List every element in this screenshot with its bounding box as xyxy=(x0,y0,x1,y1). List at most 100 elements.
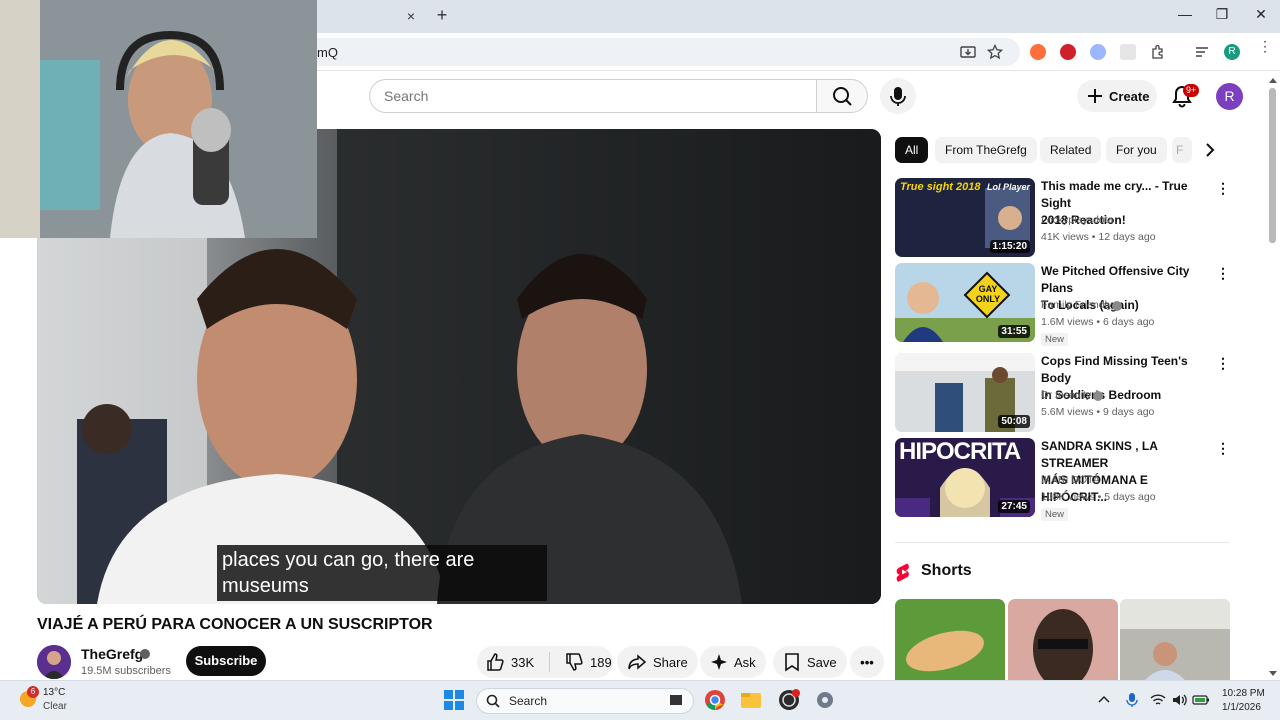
search-input[interactable] xyxy=(384,80,804,112)
extension-icon[interactable] xyxy=(1060,44,1076,60)
share-button[interactable]: Share xyxy=(617,646,698,678)
more-options-icon[interactable]: ⋮ xyxy=(1216,180,1230,196)
verified-check-icon xyxy=(1112,301,1122,311)
thumbs-down-icon xyxy=(566,653,583,671)
thumbnail-text: True sight 2018 xyxy=(900,181,981,193)
bookmark-icon xyxy=(785,653,799,672)
search-button[interactable] xyxy=(816,79,868,113)
new-tab-button[interactable]: + xyxy=(434,6,450,24)
streamer-webcam-overlay xyxy=(0,0,317,238)
create-label: Create xyxy=(1109,89,1150,104)
extension-icon[interactable] xyxy=(1120,44,1136,60)
recommendation-channel[interactable]: Dr Insanity xyxy=(1041,387,1091,404)
wifi-icon[interactable] xyxy=(1150,693,1166,707)
chip-related[interactable]: Related xyxy=(1040,137,1102,163)
chevron-up-icon[interactable] xyxy=(1098,694,1110,704)
bookmark-star-icon[interactable] xyxy=(987,44,1003,60)
video-duration: 50:08 xyxy=(998,415,1030,428)
video-caption: places you can go, there are museums xyxy=(217,545,547,601)
extension-icon[interactable] xyxy=(1090,44,1106,60)
shorts-section-title: Shorts xyxy=(921,562,972,579)
scroll-up-arrow-icon[interactable] xyxy=(1268,76,1278,84)
dislike-button[interactable]: 189 xyxy=(556,652,612,672)
recommendation-meta: 1.6M views • 6 days ago xyxy=(1041,316,1155,328)
share-arrow-icon xyxy=(628,654,647,670)
microphone-tray-icon[interactable] xyxy=(1126,692,1138,708)
task-view-icon[interactable] xyxy=(668,692,684,708)
battery-icon[interactable] xyxy=(1192,693,1210,707)
short-thumbnail[interactable] xyxy=(895,599,1005,680)
chevron-right-icon[interactable] xyxy=(1200,140,1220,160)
scroll-down-arrow-icon[interactable] xyxy=(1268,670,1278,678)
voice-search-button[interactable] xyxy=(880,78,916,114)
taskbar-search-box[interactable]: Search xyxy=(476,688,694,714)
channel-avatar[interactable] xyxy=(37,645,71,679)
reading-list-icon[interactable] xyxy=(1194,44,1210,60)
ask-label: Ask xyxy=(734,654,756,670)
save-label: Save xyxy=(807,654,837,670)
browser-profile-avatar[interactable]: R xyxy=(1224,44,1240,60)
recommendation-thumbnail[interactable]: HIPOCRITA 27:45 xyxy=(895,438,1035,517)
recommendation-channel[interactable]: Family Friendly xyxy=(1041,297,1112,314)
recommendation-thumbnail[interactable]: GAY ONLY 31:55 xyxy=(895,263,1035,342)
video-title: VIAJÉ A PERÚ PARA CONOCER A UN SUSCRIPTO… xyxy=(37,616,433,633)
channel-name[interactable]: TheGrefg xyxy=(81,646,143,662)
search-icon xyxy=(486,694,500,708)
save-button[interactable]: Save xyxy=(773,646,847,678)
file-explorer-icon[interactable] xyxy=(740,690,762,710)
sparkle-icon xyxy=(711,654,727,670)
short-image xyxy=(1120,599,1230,680)
chip-for-you[interactable]: For you xyxy=(1106,137,1167,163)
title-line: This made me cry... - True Sight xyxy=(1041,179,1188,210)
volume-icon[interactable] xyxy=(1172,693,1188,707)
taskbar-clock-time[interactable]: 10:28 PM xyxy=(1222,688,1265,699)
caption-line-1: places you can go, there are xyxy=(222,549,475,571)
like-dislike-group: 33K 189 xyxy=(477,646,613,678)
minimize-button[interactable]: — xyxy=(1170,6,1200,26)
video-duration: 27:45 xyxy=(998,500,1030,513)
search-box xyxy=(369,79,817,113)
subscriber-count: 19.5M subscribers xyxy=(81,665,171,677)
recommendation-channel[interactable]: Lockyplaysdota xyxy=(1041,212,1113,229)
youtube-profile-avatar[interactable]: R xyxy=(1216,83,1243,110)
ask-button[interactable]: Ask xyxy=(700,646,766,678)
close-window-button[interactable]: ✕ xyxy=(1246,6,1276,26)
extensions-puzzle-icon[interactable] xyxy=(1150,44,1166,60)
chip-partial[interactable]: F xyxy=(1172,137,1192,163)
microphone-icon xyxy=(890,87,906,106)
taskbar-clock-date[interactable]: 1/1/2026 xyxy=(1222,702,1261,713)
chrome-icon[interactable] xyxy=(704,689,726,711)
short-image xyxy=(1008,599,1118,680)
more-options-icon[interactable]: ⋮ xyxy=(1216,355,1230,371)
recommendation-meta: 5.6M views • 9 days ago xyxy=(1041,406,1155,418)
short-thumbnail[interactable] xyxy=(1120,599,1230,680)
extension-icon[interactable] xyxy=(1030,44,1046,60)
address-bar[interactable] xyxy=(300,38,1020,66)
chip-from-channel[interactable]: From TheGrefg xyxy=(935,137,1037,163)
settings-gear-icon[interactable] xyxy=(814,689,836,711)
weather-alert-badge: 6 xyxy=(27,686,39,698)
windows-start-icon[interactable] xyxy=(444,690,464,710)
channel-avatar-image xyxy=(37,645,71,679)
obs-icon[interactable] xyxy=(778,689,800,711)
short-thumbnail[interactable] xyxy=(1008,599,1118,680)
tab-close-icon[interactable]: × xyxy=(404,8,418,24)
plus-icon xyxy=(1088,89,1102,103)
browser-menu-icon[interactable]: ⋮ xyxy=(1258,39,1272,60)
page-scrollbar[interactable] xyxy=(1269,88,1276,243)
create-button[interactable]: Create xyxy=(1077,80,1157,112)
more-options-icon[interactable]: ⋮ xyxy=(1216,265,1230,281)
more-options-icon[interactable]: ⋮ xyxy=(1216,440,1230,456)
recommendation-thumbnail[interactable]: 50:08 xyxy=(895,353,1035,432)
maximize-button[interactable]: ❐ xyxy=(1207,6,1237,26)
more-actions-button[interactable]: ••• xyxy=(850,646,884,678)
chip-all[interactable]: All xyxy=(895,137,929,163)
like-button[interactable]: 33K xyxy=(477,652,543,672)
subscribe-button[interactable]: Subscribe xyxy=(186,646,266,676)
recommendation-meta: 108K views • 5 days ago xyxy=(1041,491,1156,503)
search-icon xyxy=(833,87,852,106)
weather-condition: Clear xyxy=(43,701,67,712)
recommendation-thumbnail[interactable]: True sight 2018 Lol Player 1:15:20 xyxy=(895,178,1035,257)
recommendation-channel[interactable]: IKARI DOTA xyxy=(1041,472,1100,489)
install-app-icon[interactable] xyxy=(960,44,976,60)
